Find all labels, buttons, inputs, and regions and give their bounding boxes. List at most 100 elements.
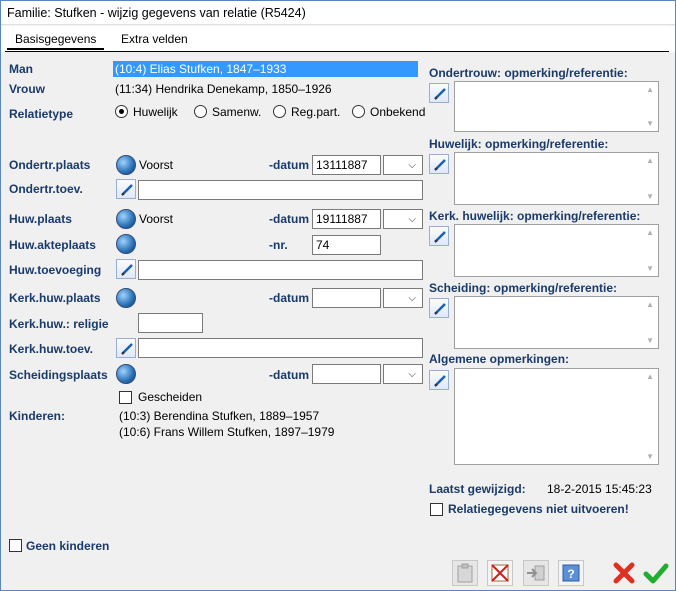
vrouw-value[interactable]: (11:34) Hendrika Denekamp, 1850–1926 [115,82,332,96]
scheiding-datum-dropdown[interactable]: ⌵ [383,364,423,384]
scroll-up-icon[interactable]: ▲ [646,228,654,237]
scheidingsplaats-label: Scheidingsplaats [9,368,108,382]
huw-toevoeging-label: Huw.toevoeging [9,263,102,277]
ondertr-toev-label: Ondertr.toev. [9,182,83,196]
laatst-gewijzigd-value: 18-2-2015 15:45:23 [547,482,652,496]
title-bar: Familie: Stufken - wijzig gegevens van r… [1,1,675,25]
huw-akteplaats-label: Huw.akteplaats [9,238,96,252]
kerk-huw-religie-input[interactable] [138,313,203,333]
ondertr-datum-dropdown[interactable]: ⌵ [383,155,423,175]
scroll-up-icon[interactable]: ▲ [646,156,654,165]
edit-pencil-icon[interactable] [429,83,449,103]
globe-icon[interactable] [116,234,136,254]
kerk-huw-datum-input[interactable] [312,288,381,308]
algemene-opmerkingen-label: Algemene opmerkingen: [429,352,570,366]
globe-icon[interactable] [116,209,136,229]
ondertrouw-opmerking-memo[interactable]: ▲ ▼ [454,81,659,132]
help-button[interactable]: ? [558,560,584,586]
edit-pencil-icon[interactable] [116,179,136,199]
globe-icon[interactable] [116,288,136,308]
kind-item[interactable]: (10:6) Frans Willem Stufken, 1897–1979 [119,425,334,439]
huw-toevoeging-input[interactable] [138,260,423,280]
scroll-up-icon[interactable]: ▲ [646,372,654,381]
radio-samenw[interactable] [194,105,207,118]
geen-kinderen-checkbox[interactable] [9,539,22,552]
huw-datum-dropdown[interactable]: ⌵ [383,209,423,229]
goto-button[interactable] [523,560,549,586]
kerk-huw-toev-label: Kerk.huw.toev. [9,342,94,356]
delete-book-icon [491,564,509,582]
globe-icon[interactable] [116,155,136,175]
kerk-huwelijk-opmerking-label: Kerk. huwelijk: opmerking/referentie: [429,209,641,223]
kerk-huw-toev-input[interactable] [138,338,423,358]
tab-bar: Basisgegevens Extra velden [1,26,675,52]
huwelijk-opmerking-label: Huwelijk: opmerking/referentie: [429,137,609,151]
scroll-down-icon[interactable]: ▼ [646,452,654,461]
ondertrouw-opmerking-label: Ondertrouw: opmerking/referentie: [429,66,628,80]
man-label: Man [9,62,33,76]
close-icon [613,562,635,584]
radio-samenw-label: Samenw. [212,105,262,119]
algemene-opmerkingen-memo[interactable]: ▲ ▼ [454,368,659,465]
ondertr-datum-input[interactable]: 13111887 [312,155,381,175]
ondertr-toev-input[interactable] [138,180,423,200]
radio-regpart[interactable] [273,105,286,118]
cancel-button[interactable] [611,560,637,586]
svg-text:?: ? [567,567,574,581]
huw-akte-nr-input[interactable]: 74 [312,235,381,255]
tab-basisgegevens[interactable]: Basisgegevens [7,29,105,50]
geen-kinderen-label: Geen kinderen [26,539,110,553]
laatst-gewijzigd-label: Laatst gewijzigd: [429,482,526,496]
edit-pencil-icon[interactable] [116,259,136,279]
ondertr-plaats-value[interactable]: Voorst [139,158,173,172]
ondertr-datum-label: -datum [269,158,309,172]
huw-plaats-label: Huw.plaats [9,212,72,226]
kerk-huwelijk-opmerking-memo[interactable]: ▲ ▼ [454,224,659,277]
radio-huwelijk[interactable] [115,105,128,118]
scroll-down-icon[interactable]: ▼ [646,336,654,345]
kerk-huw-religie-label: Kerk.huw.: religie [9,317,109,331]
scroll-up-icon[interactable]: ▲ [646,85,654,94]
gescheiden-checkbox[interactable] [119,391,132,404]
niet-uitvoeren-checkbox[interactable] [430,503,443,516]
kind-item[interactable]: (10:3) Berendina Stufken, 1889–1957 [119,409,319,423]
scroll-down-icon[interactable]: ▼ [646,264,654,273]
tab-extra-velden[interactable]: Extra velden [113,29,196,50]
kerk-huw-plaats-label: Kerk.huw.plaats [9,291,101,305]
scheiding-datum-input[interactable] [312,364,381,384]
scheiding-datum-label: -datum [269,368,309,382]
huwelijk-opmerking-memo[interactable]: ▲ ▼ [454,152,659,205]
scroll-down-icon[interactable]: ▼ [646,119,654,128]
ondertr-plaats-label: Ondertr.plaats [9,158,91,172]
delete-relation-button[interactable] [487,560,513,586]
edit-pencil-icon[interactable] [429,154,449,174]
radio-onbekend-label: Onbekend [370,105,426,119]
huw-plaats-value[interactable]: Voorst [139,212,173,226]
kerk-huw-datum-dropdown[interactable]: ⌵ [383,288,423,308]
chevron-down-icon: ⌵ [408,293,416,304]
chevron-down-icon: ⌵ [408,214,416,225]
dialog-window: Familie: Stufken - wijzig gegevens van r… [0,0,676,591]
edit-pencil-icon[interactable] [429,298,449,318]
edit-pencil-icon[interactable] [429,226,449,246]
help-icon: ? [562,564,580,582]
man-value[interactable]: (10:4) Elias Stufken, 1847–1933 [113,61,418,77]
scheiding-opmerking-memo[interactable]: ▲ ▼ [454,296,659,349]
chevron-down-icon: ⌵ [408,160,416,171]
radio-regpart-label: Reg.part. [291,105,341,119]
clipboard-button[interactable] [452,560,478,586]
globe-icon[interactable] [116,364,136,384]
scroll-up-icon[interactable]: ▲ [646,300,654,309]
radio-onbekend[interactable] [352,105,365,118]
huw-akte-nr-label: -nr. [269,238,288,252]
checkmark-icon [643,563,669,584]
scroll-down-icon[interactable]: ▼ [646,192,654,201]
scheiding-opmerking-label: Scheiding: opmerking/referentie: [429,281,618,295]
edit-pencil-icon[interactable] [116,338,136,358]
huw-datum-label: -datum [269,212,309,226]
niet-uitvoeren-label: Relatiegegevens niet uitvoeren! [448,502,629,516]
huw-datum-input[interactable]: 19111887 [312,209,381,229]
edit-pencil-icon[interactable] [429,370,449,390]
ok-button[interactable] [643,560,669,586]
radio-huwelijk-label: Huwelijk [133,105,178,119]
